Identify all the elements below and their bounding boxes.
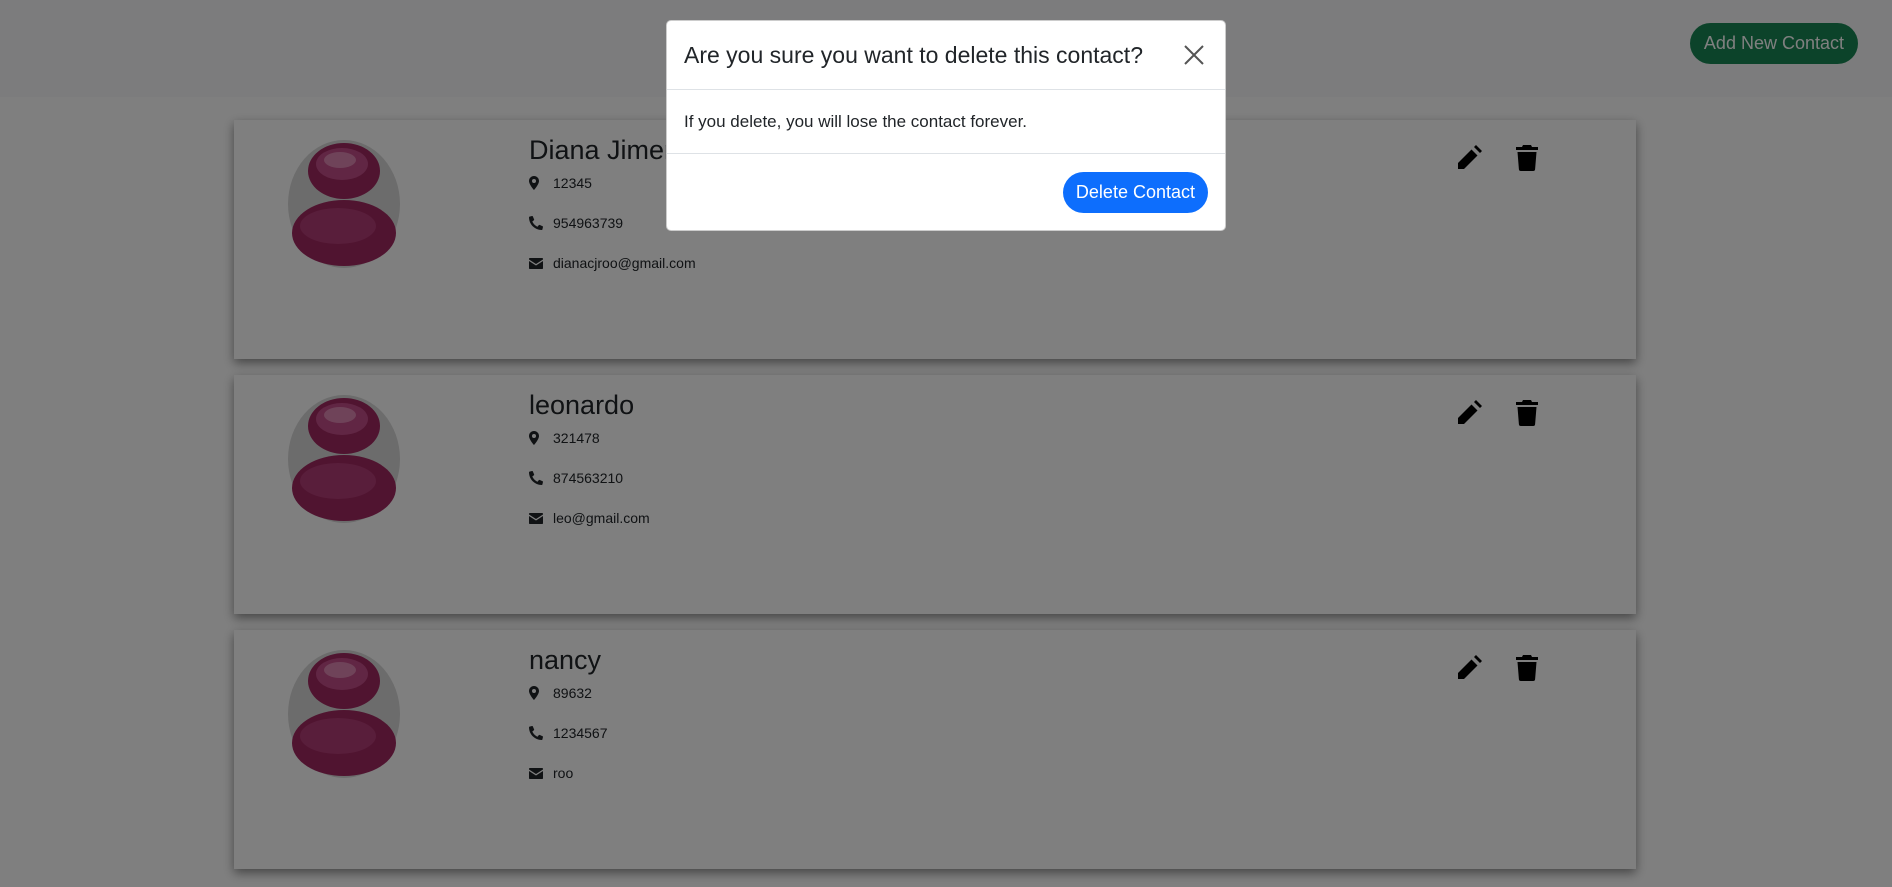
modal-title: Are you sure you want to delete this con… [684,41,1143,68]
delete-contact-confirm-button[interactable]: Delete Contact [1062,171,1208,213]
delete-confirm-modal: Are you sure you want to delete this con… [666,20,1226,231]
modal-footer: Delete Contact [667,154,1225,230]
modal-header: Are you sure you want to delete this con… [667,21,1225,90]
modal-message: If you delete, you will lose the contact… [684,111,1028,131]
modal-body: If you delete, you will lose the contact… [667,90,1225,154]
close-button[interactable] [1179,40,1209,70]
close-icon [1184,45,1204,65]
